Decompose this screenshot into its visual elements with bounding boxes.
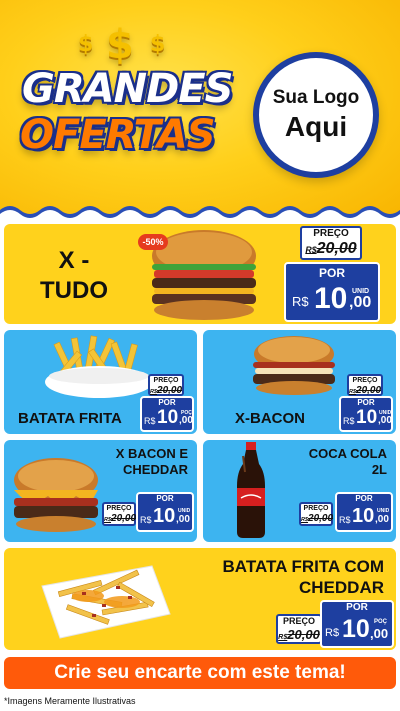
price-integer: 10	[314, 282, 348, 315]
unit-label: POÇ	[181, 410, 192, 416]
unit-label: POÇ	[374, 619, 388, 625]
hero-wave-divider	[0, 206, 400, 222]
title-line-1: GRANDES	[22, 66, 233, 112]
por-label: POR	[318, 266, 345, 280]
price-integer: 10	[157, 407, 179, 428]
preco-label: PREÇO	[153, 377, 179, 384]
grandes-ofertas-title: GRANDES OFERTAS	[16, 60, 233, 170]
por-label: POR	[357, 398, 375, 407]
create-flyer-button[interactable]: Crie seu encarte com este tema!	[4, 657, 396, 689]
old-price-box: PREÇO R$20,00	[276, 614, 322, 644]
old-price-box: PREÇO R$20,00	[300, 226, 362, 260]
old-price-box: PREÇO R$20,00	[102, 502, 136, 526]
old-price-box: PREÇO R$20,00	[347, 374, 383, 396]
price-cents: ,00	[176, 514, 190, 525]
old-price-box: PREÇO R$20,00	[148, 374, 184, 396]
old-price-box: PREÇO R$20,00	[299, 502, 333, 526]
new-price-box: POR R$ 10 ,00 UNID	[335, 492, 393, 532]
old-price: R$20,00	[301, 513, 334, 524]
x-bacon-burger-image	[253, 336, 335, 395]
product-card-coca-cola[interactable]: COCA COLA 2L PREÇO R$20,00 POR R$ 10 ,00…	[203, 440, 396, 542]
logo-text-line2: Aqui	[284, 111, 348, 142]
price-integer: 10	[153, 505, 176, 527]
new-price-box: POR R$ 10 ,00 POÇ	[320, 600, 394, 648]
old-price: R$20,00	[278, 627, 320, 642]
product-name: BATATA FRITA COM CHEDDAR	[222, 557, 384, 597]
currency: R$	[343, 416, 355, 426]
old-price: R$20,00	[305, 240, 357, 257]
new-price-box: POR R$ 10 ,00 UNID	[339, 396, 393, 432]
new-price-box: POR R$ 10 ,00 POÇ	[140, 396, 194, 432]
currency: R$	[292, 294, 309, 309]
product-name: X-BACON	[235, 410, 305, 427]
product-name: X - TUDO	[40, 247, 108, 304]
product-card-x-tudo[interactable]: X - TUDO -50% PREÇO R$20,00 POR R$ 10 ,0…	[4, 224, 396, 324]
product-name: COCA COLA 2L	[308, 446, 387, 477]
unit-label: UNID	[352, 288, 370, 295]
por-label: POR	[346, 602, 368, 613]
preco-label: PREÇO	[282, 616, 315, 626]
coca-cola-bottle-image	[237, 442, 265, 538]
dollar-sign: $	[78, 32, 94, 57]
price-cents: ,00	[375, 514, 389, 525]
batata-frita-image	[45, 335, 153, 398]
currency: R$	[144, 416, 156, 426]
price-integer: 10	[352, 505, 375, 527]
new-price-box: POR R$ 10 ,00 UNID	[136, 492, 194, 532]
por-label: POR	[355, 494, 373, 503]
hero-banner: $ $ $ GRANDES OFERTAS Sua Logo Aqui	[0, 0, 400, 222]
product-card-batata-cheddar[interactable]: BATATA FRITA COM CHEDDAR PREÇO R$20,00 P…	[4, 548, 396, 650]
batata-cheddar-image	[41, 565, 171, 639]
product-card-x-bacon[interactable]: X-BACON PREÇO R$20,00 POR R$ 10 ,00 UNID	[203, 330, 396, 434]
preco-label: PREÇO	[303, 505, 329, 512]
currency: R$	[140, 515, 152, 525]
currency: R$	[339, 515, 351, 525]
price-cents: ,00	[349, 294, 372, 311]
discount-badge: -50%	[138, 234, 168, 250]
disclaimer-footnote: *Imagens Meramente Ilustrativas	[4, 696, 136, 706]
preco-label: PREÇO	[106, 505, 132, 512]
price-integer: 10	[356, 407, 378, 428]
price-integer: 10	[342, 615, 370, 643]
unit-label: UNID	[379, 410, 392, 416]
logo-text-line1: Sua Logo	[272, 87, 360, 108]
unit-label: UNID	[377, 508, 390, 514]
por-label: POR	[158, 398, 176, 407]
product-card-batata-frita[interactable]: BATATA FRITA PREÇO R$20,00 POR R$ 10 ,00…	[4, 330, 197, 434]
price-cents: ,00	[378, 415, 392, 426]
product-card-x-bacon-cheddar[interactable]: X BACON E CHEDDAR PREÇO R$20,00 POR R$ 1…	[4, 440, 197, 542]
dollar-sign: $	[150, 32, 166, 57]
title-line-2: OFERTAS	[20, 112, 216, 158]
logo-placeholder[interactable]: Sua Logo Aqui	[253, 52, 379, 178]
product-name: BATATA FRITA	[18, 410, 122, 427]
unit-label: UNID	[178, 508, 191, 514]
por-label: POR	[156, 494, 174, 503]
x-bacon-cheddar-burger-image	[14, 458, 98, 532]
preco-label: PREÇO	[313, 228, 349, 239]
price-cents: ,00	[370, 626, 389, 641]
product-name: X BACON E CHEDDAR	[115, 446, 188, 477]
old-price: R$20,00	[104, 513, 137, 524]
new-price-box: POR R$ 10 ,00 UNID	[284, 262, 380, 322]
price-cents: ,00	[179, 415, 193, 426]
currency: R$	[325, 627, 340, 639]
preco-label: PREÇO	[352, 377, 378, 384]
